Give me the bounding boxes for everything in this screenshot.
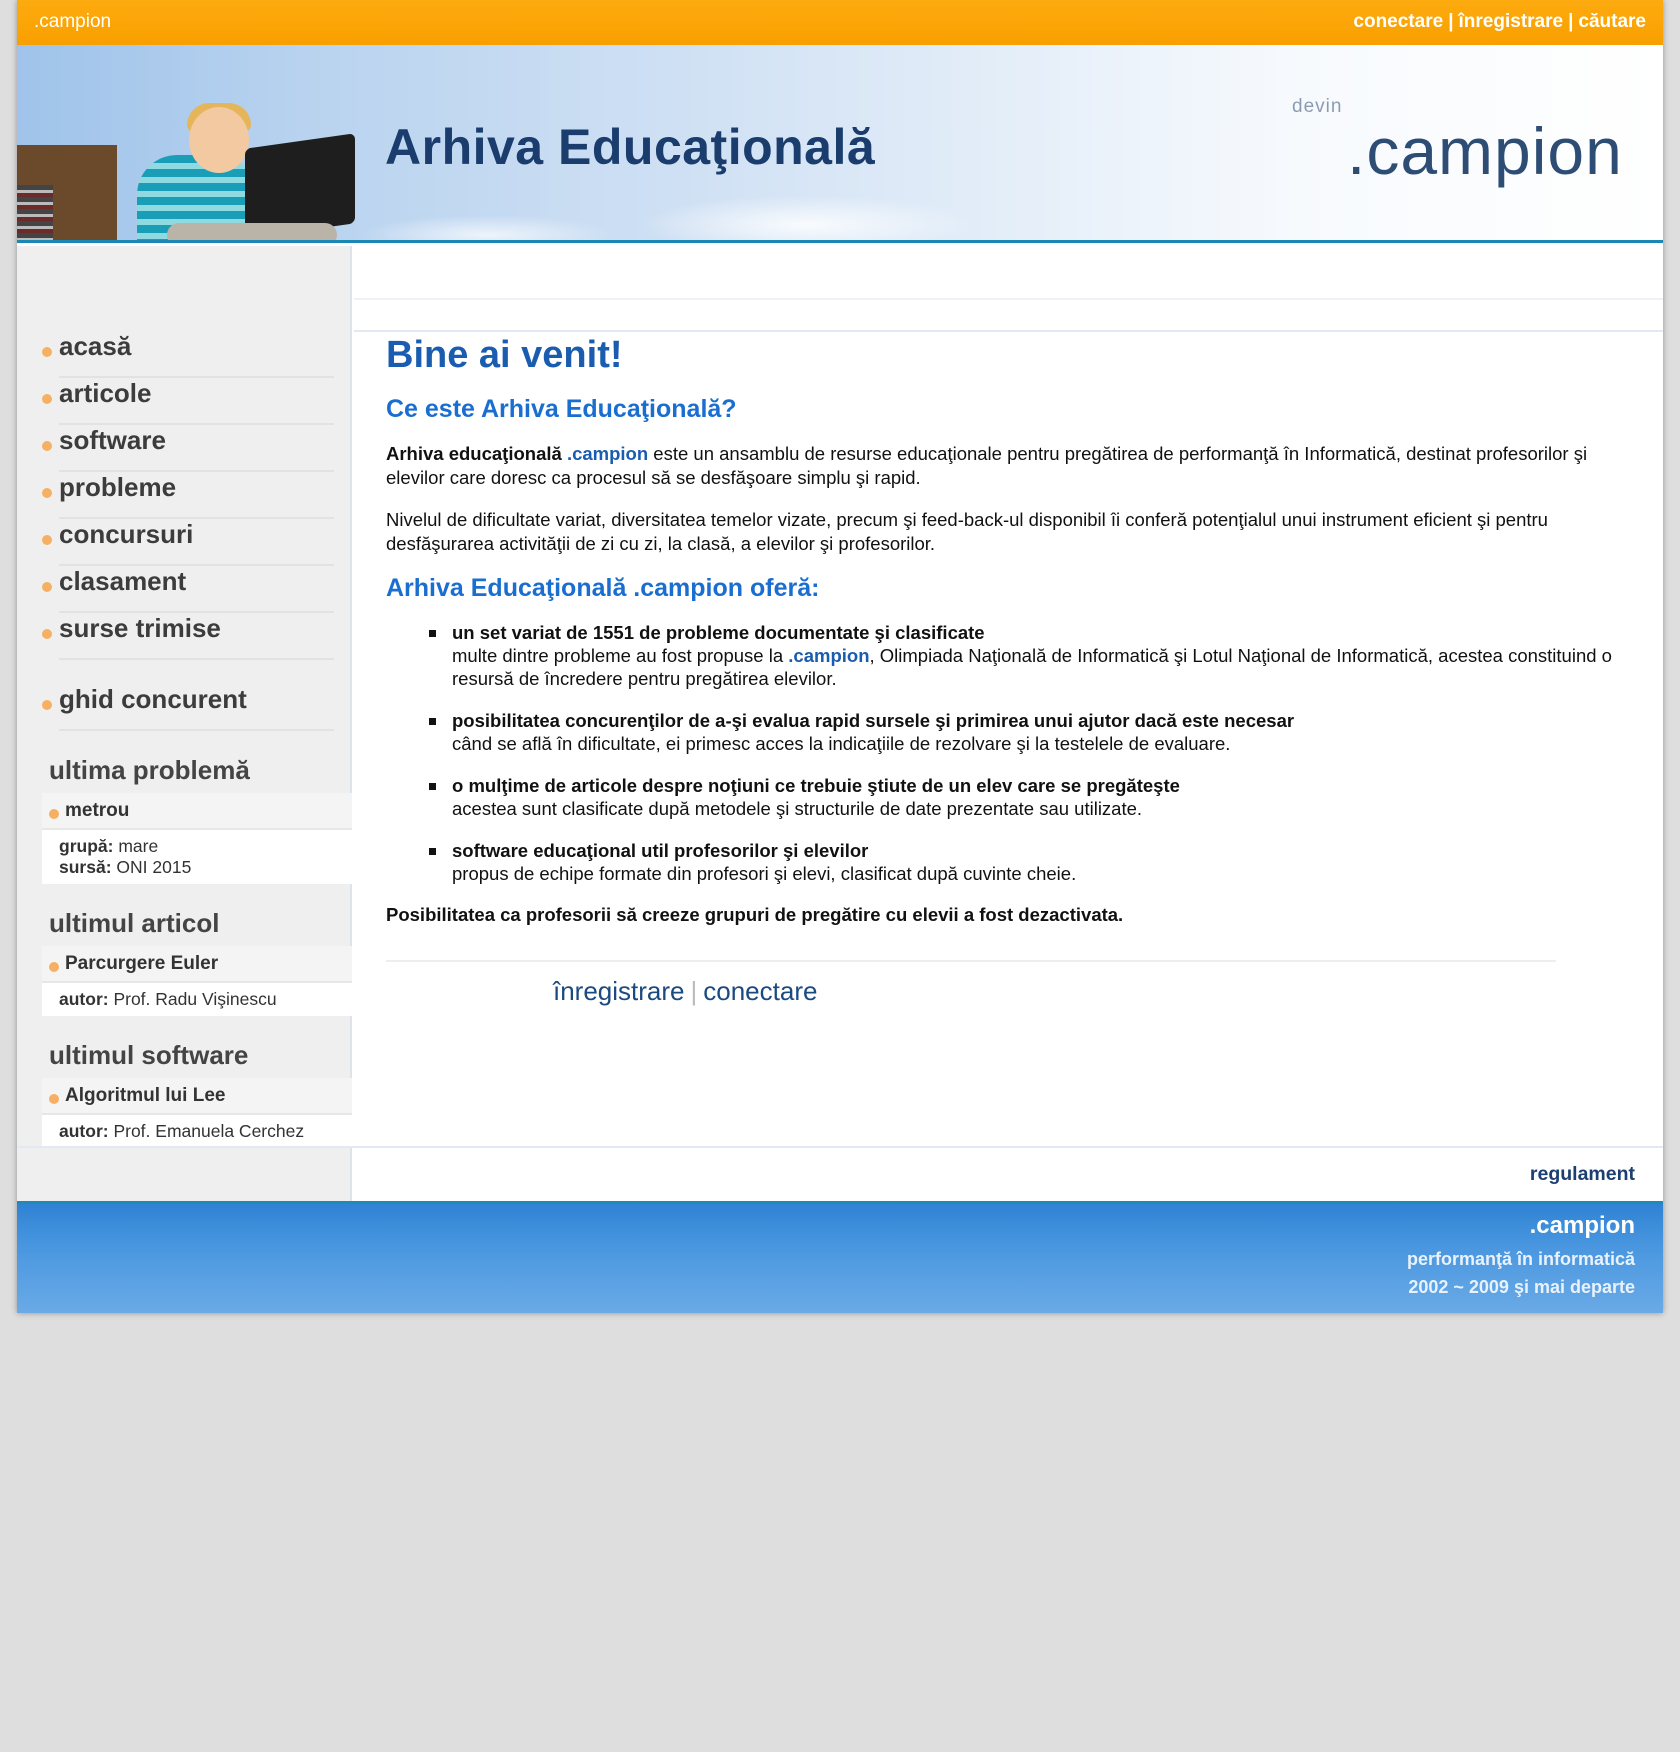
latest-problem-info: grupă: mare sursă: ONI 2015: [42, 830, 352, 884]
latest-software-box: Algoritmul lui Lee autor: Prof. Emanuela…: [42, 1078, 352, 1148]
menu-item-ghid-concurent[interactable]: ghid concurent: [42, 684, 334, 731]
menu-item-software[interactable]: software: [42, 425, 334, 472]
menu-item-acasa[interactable]: acasă: [42, 331, 334, 378]
page-title: Bine ai venit!: [386, 334, 623, 376]
bullet-icon: [42, 700, 52, 710]
latest-article-title: ultimul articol: [49, 908, 220, 938]
divider: [354, 298, 1663, 300]
campion-logo[interactable]: .campion: [1347, 113, 1623, 189]
brand-link[interactable]: .campion: [34, 11, 111, 33]
square-bullet-icon: [429, 630, 436, 637]
bullet-icon: [49, 809, 59, 819]
cloud-decoration: [637, 195, 977, 240]
menu-item-probleme[interactable]: probleme: [42, 472, 334, 519]
divider: [386, 960, 1556, 962]
divider: [17, 1146, 1663, 1148]
latest-problem-link[interactable]: metrou: [42, 793, 352, 830]
main-menu: acasă articole software probleme concurs…: [17, 331, 352, 1148]
header-banner: Arhiva Educaţională devin .campion: [17, 45, 1663, 243]
account-links: conectare | înregistrare | căutare: [1353, 11, 1646, 32]
bullet-icon: [49, 1094, 59, 1104]
footer-brand: .campion: [1529, 1212, 1635, 1239]
notice-text: Posibilitatea ca profesorii să creeze gr…: [386, 904, 1124, 925]
login-link[interactable]: conectare: [703, 976, 817, 1006]
square-bullet-icon: [429, 783, 436, 790]
sidebar: acasă articole software probleme concurs…: [17, 246, 352, 1203]
cloud-decoration: [357, 215, 617, 240]
list-item: un set variat de 1551 de probleme docume…: [429, 621, 1626, 690]
menu-item-surse-trimise[interactable]: surse trimise: [42, 613, 334, 660]
latest-software-info: autor: Prof. Emanuela Cerchez: [42, 1115, 352, 1148]
devin-label: devin: [1292, 96, 1343, 117]
bullet-icon: [42, 535, 52, 545]
page: .campion conectare | înregistrare | căutare …: [17, 0, 1663, 1313]
latest-article-box: Parcurgere Euler autor: Prof. Radu Vişin…: [42, 946, 352, 1016]
intro-paragraph: Arhiva educaţională .campion este un ans…: [386, 443, 1588, 488]
latest-problem-title: ultima problemă: [49, 755, 250, 785]
latest-article-link[interactable]: Parcurgere Euler: [42, 946, 352, 983]
main-content: Bine ai venit! Ce este Arhiva Educaţiona…: [354, 246, 1663, 1203]
register-link[interactable]: înregistrare: [553, 976, 685, 1006]
latest-software-link[interactable]: Algoritmul lui Lee: [42, 1078, 352, 1115]
campion-link[interactable]: .campion: [788, 645, 869, 666]
list-item: software educaţional util profesorilor ş…: [429, 839, 1626, 885]
bookshelf-image: [17, 145, 117, 240]
bullet-icon: [42, 347, 52, 357]
list-item: o mulţime de articole despre noţiuni ce …: [429, 774, 1626, 820]
bullet-icon: [42, 488, 52, 498]
bullet-icon: [42, 582, 52, 592]
menu-item-articole[interactable]: articole: [42, 378, 334, 425]
latest-software-title: ultimul software: [49, 1040, 249, 1070]
bullet-icon: [42, 441, 52, 451]
menu-item-clasament[interactable]: clasament: [42, 566, 334, 613]
login-link[interactable]: conectare: [1353, 11, 1443, 32]
auth-links: înregistrare | conectare: [553, 976, 818, 1006]
campion-link[interactable]: .campion: [567, 443, 648, 464]
divider: [354, 330, 1663, 332]
content-body: Bine ai venit! Ce este Arhiva Educaţiona…: [386, 334, 1626, 1007]
offers-list: un set variat de 1551 de probleme docume…: [429, 621, 1626, 885]
square-bullet-icon: [429, 848, 436, 855]
section-heading-offers: Arhiva Educaţională .campion oferă:: [386, 574, 820, 602]
top-bar: .campion conectare | înregistrare | căutare: [17, 0, 1663, 45]
section-heading-about: Ce este Arhiva Educaţională?: [386, 395, 737, 423]
footer: .campion performanţă în informatică 2002…: [17, 1201, 1663, 1313]
register-link[interactable]: înregistrare: [1459, 11, 1564, 32]
kid-legs-image: [167, 223, 337, 240]
difficulty-paragraph: Nivelul de dificultate variat, diversita…: [386, 509, 1548, 554]
list-item: posibilitatea concurenţilor de a-şi eval…: [429, 709, 1626, 755]
footer-years: 2002 ~ 2009 şi mai departe: [1408, 1277, 1635, 1297]
rules-link[interactable]: regulament: [1530, 1163, 1635, 1186]
latest-problem-box: metrou grupă: mare sursă: ONI 2015: [42, 793, 352, 884]
footer-tagline: performanţă în informatică: [1406, 1249, 1635, 1269]
search-link[interactable]: căutare: [1578, 11, 1646, 32]
square-bullet-icon: [429, 718, 436, 725]
latest-article-info: autor: Prof. Radu Vişinescu: [42, 983, 352, 1016]
menu-item-concursuri[interactable]: concursuri: [42, 519, 334, 566]
kid-head-image: [189, 107, 249, 173]
bullet-icon: [42, 394, 52, 404]
bullet-icon: [49, 962, 59, 972]
bullet-icon: [42, 629, 52, 639]
site-title: Arhiva Educaţională: [385, 119, 876, 175]
